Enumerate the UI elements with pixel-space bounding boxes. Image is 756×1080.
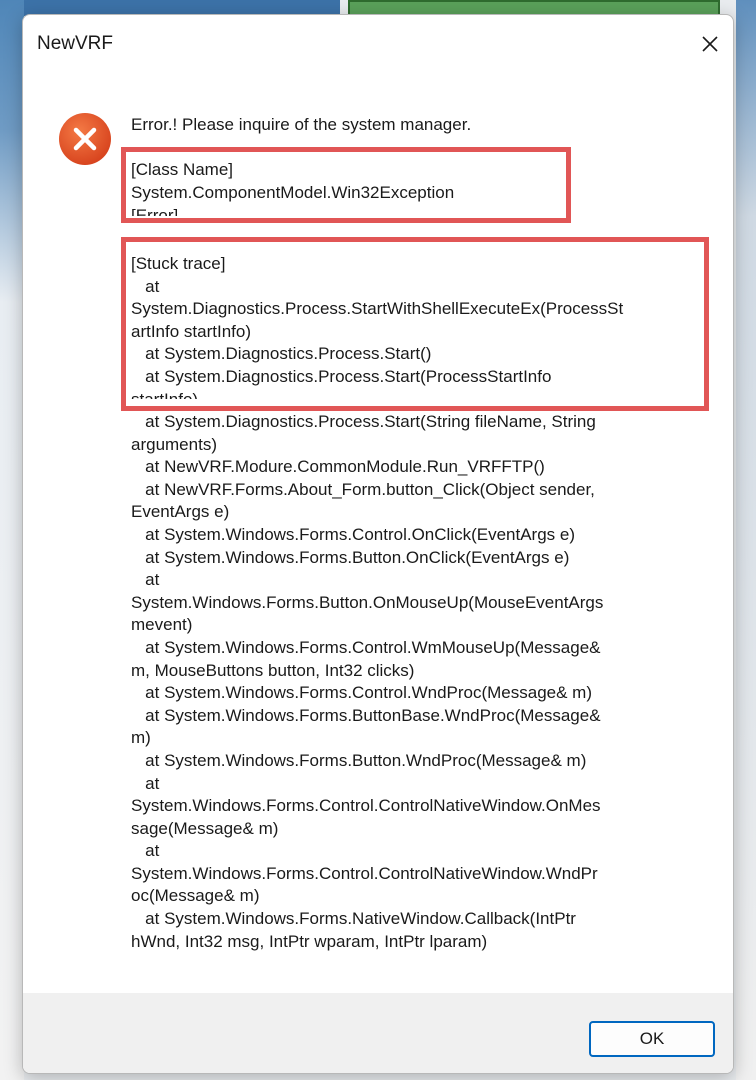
title-bar: NewVRF: [23, 15, 733, 73]
highlight-box-stack-trace: [121, 237, 709, 411]
stack-trace-rest: at System.Diagnostics.Process.Start(Stri…: [131, 412, 604, 951]
close-button[interactable]: [693, 27, 727, 61]
dialog-footer: OK: [23, 993, 733, 1073]
ok-button[interactable]: OK: [589, 1021, 715, 1057]
error-dialog: NewVRF Error.! Please inquire of the sys…: [22, 14, 734, 1074]
error-icon: [59, 113, 111, 165]
error-header: Error.! Please inquire of the system man…: [131, 115, 472, 134]
background-desktop-right: [736, 0, 756, 1080]
background-desktop-left: [0, 0, 24, 1080]
close-icon: [702, 36, 718, 52]
window-title: NewVRF: [37, 33, 114, 54]
highlight-box-class-name: [121, 147, 571, 223]
